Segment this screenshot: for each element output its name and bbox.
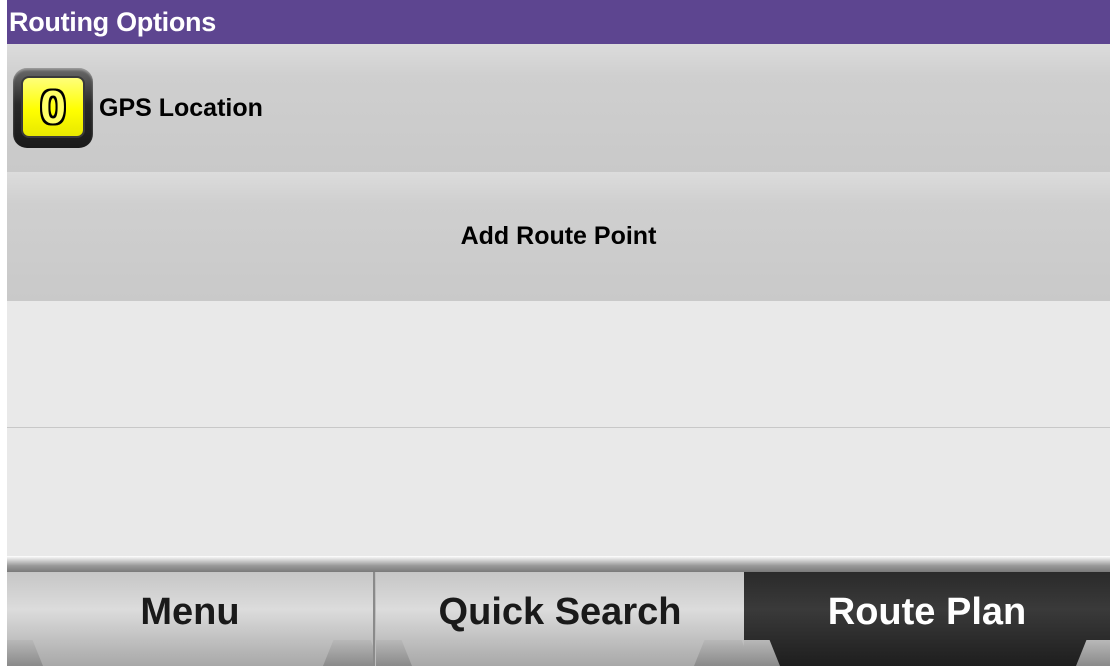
tab-notch-decoration <box>376 640 412 666</box>
waypoint-number-badge-icon: 0 <box>13 68 93 148</box>
tab-quick-search-label: Quick Search <box>438 591 682 633</box>
routing-options-screen: Routing Options 0 GPS Location Add Route… <box>0 0 1110 666</box>
waypoint-number: 0 <box>40 81 66 133</box>
add-route-point-button[interactable]: Add Route Point <box>7 172 1110 301</box>
tab-notch-decoration <box>744 640 780 666</box>
tab-menu-label: Menu <box>140 591 240 633</box>
tab-menu[interactable]: Menu <box>7 572 375 666</box>
bottom-bar-divider <box>7 556 1110 572</box>
page-title: Routing Options <box>7 0 1110 44</box>
waypoint-number-badge-face: 0 <box>23 78 83 136</box>
route-points-list: 0 GPS Location Add Route Point <box>7 44 1110 556</box>
tab-notch-decoration <box>7 640 43 666</box>
tab-route-plan-label: Route Plan <box>827 591 1027 633</box>
tab-quick-search[interactable]: Quick Search <box>376 572 744 666</box>
empty-list-row <box>7 301 1110 428</box>
bottom-navigation-bar: Menu Quick Search Route Plan <box>7 556 1110 666</box>
route-point-label: GPS Location <box>99 94 263 122</box>
add-route-point-label: Add Route Point <box>460 222 657 250</box>
empty-list-row <box>7 429 1110 556</box>
tab-notch-decoration <box>1076 640 1110 666</box>
tab-notch-decoration <box>323 640 373 666</box>
route-point-gps-location[interactable]: 0 GPS Location <box>7 44 1110 172</box>
tab-route-plan[interactable]: Route Plan <box>744 572 1110 666</box>
tab-notch-decoration <box>694 640 744 666</box>
